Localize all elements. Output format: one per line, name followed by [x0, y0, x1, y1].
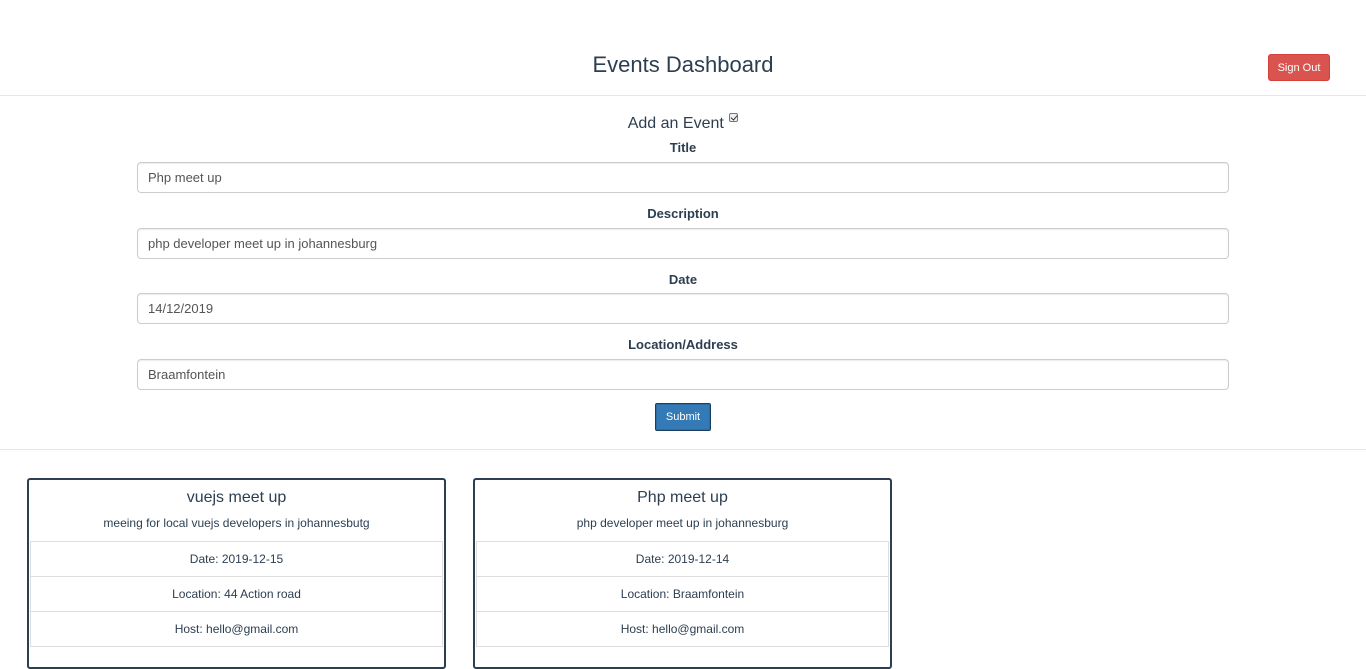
page-title: Events Dashboard — [592, 52, 774, 77]
event-host: Host: hello@gmail.com — [476, 611, 889, 647]
description-input[interactable] — [137, 228, 1229, 259]
event-title: Php meet up — [637, 489, 728, 506]
event-details: Date: 2019-12-15 Location: 44 Action roa… — [30, 541, 443, 647]
title-label: Title — [669, 140, 697, 155]
add-event-form: Add an Event Title Description Date Loca… — [0, 96, 1366, 450]
location-input[interactable] — [137, 359, 1229, 390]
event-host: Host: hello@gmail.com — [30, 611, 443, 647]
events-list: vuejs meet up meeing for local vuejs dev… — [0, 450, 1366, 669]
toggle-form-checkbox[interactable] — [729, 113, 739, 122]
event-description: php developer meet up in johannesburg — [576, 516, 789, 530]
title-input[interactable] — [137, 162, 1229, 193]
page-header: Events Dashboard Sign Out — [0, 0, 1366, 96]
event-details: Date: 2019-12-14 Location: Braamfontein … — [476, 541, 889, 647]
date-label: Date — [668, 272, 698, 287]
sign-out-button[interactable]: Sign Out — [1268, 54, 1330, 81]
date-input[interactable] — [137, 293, 1229, 324]
event-description: meeing for local vuejs developers in joh… — [103, 516, 370, 530]
location-label: Location/Address — [628, 337, 738, 352]
submit-button[interactable]: Submit — [655, 403, 711, 431]
event-date: Date: 2019-12-15 — [30, 541, 443, 577]
event-location: Location: 44 Action road — [30, 576, 443, 612]
event-location: Location: Braamfontein — [476, 576, 889, 612]
event-date: Date: 2019-12-14 — [476, 541, 889, 577]
event-title: vuejs meet up — [186, 489, 287, 506]
form-heading: Add an Event — [0, 113, 1366, 134]
form-heading-text: Add an Event — [627, 115, 724, 132]
description-label: Description — [647, 206, 719, 221]
event-card: Php meet up php developer meet up in joh… — [473, 478, 892, 669]
event-card: vuejs meet up meeing for local vuejs dev… — [27, 478, 446, 669]
